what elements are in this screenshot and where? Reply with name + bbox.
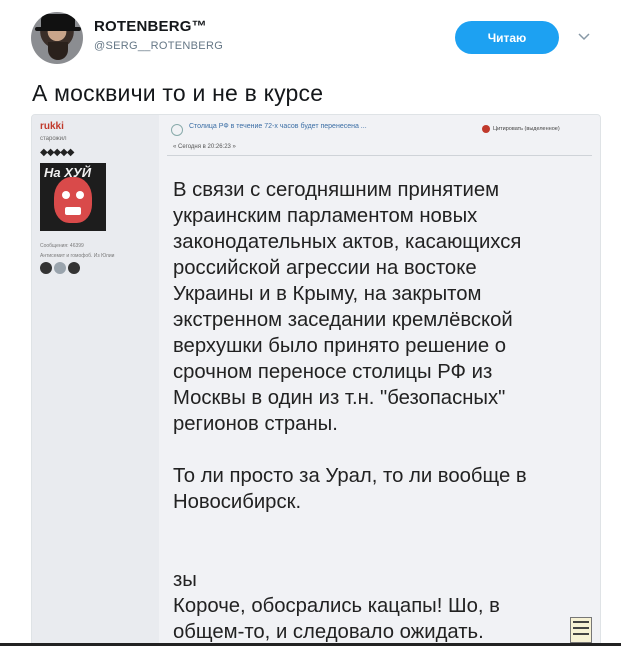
- post-line: зы: [173, 569, 197, 591]
- forum-message-count: Сообщения: 46399: [40, 243, 84, 249]
- thread-date: « Сегодня в 20:26:23 »: [173, 144, 236, 150]
- quote-label: Цитировать (выделенное): [493, 126, 560, 132]
- post-line: верхушки было принято решение о: [173, 335, 507, 357]
- forum-user-panel: rukki старожил ◆◆◆◆◆ На ХУЙ Сообщения: 4…: [32, 115, 159, 645]
- tweet-media-image[interactable]: rukki старожил ◆◆◆◆◆ На ХУЙ Сообщения: 4…: [31, 114, 601, 646]
- forum-avatar: На ХУЙ: [40, 163, 106, 231]
- post-line: Короче, обосрались кацапы! Шо, в: [173, 595, 500, 617]
- info-icon: [68, 262, 80, 274]
- post-line: украинским парламентом новых: [173, 205, 478, 227]
- post-line: российской агрессии на востоке: [173, 257, 477, 279]
- user-handle[interactable]: @SERG__ROTENBERG: [94, 40, 223, 52]
- forum-poster-rank: старожил: [40, 136, 67, 142]
- forum-poster-location: Антисемит и гомофоб. Из Юлии: [40, 253, 115, 259]
- profile-icons: [40, 262, 80, 274]
- thread-icon: [171, 124, 183, 136]
- post-line: общем-то, и следовало ожидать.: [173, 621, 484, 643]
- post-line: То ли просто за Урал, то ли вообще в: [173, 465, 527, 487]
- rank-stars-icon: ◆◆◆◆◆: [40, 147, 74, 158]
- post-line: регионов страны.: [173, 413, 338, 435]
- post-line: Москвы в один из т.н. "безопасных": [173, 387, 506, 409]
- forum-post: Столица РФ в течение 72-х часов будет пе…: [159, 115, 600, 645]
- post-body: В связи с сегодняшним принятием украинск…: [173, 177, 593, 645]
- divider: [167, 155, 592, 156]
- follow-button[interactable]: Читаю: [455, 21, 559, 54]
- tweet-text: А москвичи то и не в курсе: [32, 80, 324, 106]
- post-line: срочном переносе столицы РФ из: [173, 361, 493, 383]
- quote-button: Цитировать (выделенное): [482, 125, 560, 133]
- post-line: законодательных актов, касающихся: [173, 231, 522, 253]
- post-line: Новосибирск.: [173, 491, 302, 513]
- forum-poster-name: rukki: [40, 121, 64, 132]
- user-avatar[interactable]: [31, 12, 83, 64]
- tweet-header: ROTENBERG™ @SERG__ROTENBERG Читаю: [0, 0, 621, 72]
- message-icon: [54, 262, 66, 274]
- post-line: Украины и в Крыму, на закрытом: [173, 283, 482, 305]
- thread-title: Столица РФ в течение 72-х часов будет пе…: [189, 123, 367, 130]
- chevron-down-icon[interactable]: [577, 30, 591, 44]
- post-line: В связи с сегодняшним принятием: [173, 179, 500, 201]
- profile-icon: [40, 262, 52, 274]
- forum-avatar-caption: На ХУЙ: [44, 165, 92, 180]
- quote-icon: [482, 125, 490, 133]
- display-name[interactable]: ROTENBERG™: [94, 18, 207, 35]
- post-line: экстренном заседании кремлёвской: [173, 309, 513, 331]
- sticker-icon: [570, 617, 592, 643]
